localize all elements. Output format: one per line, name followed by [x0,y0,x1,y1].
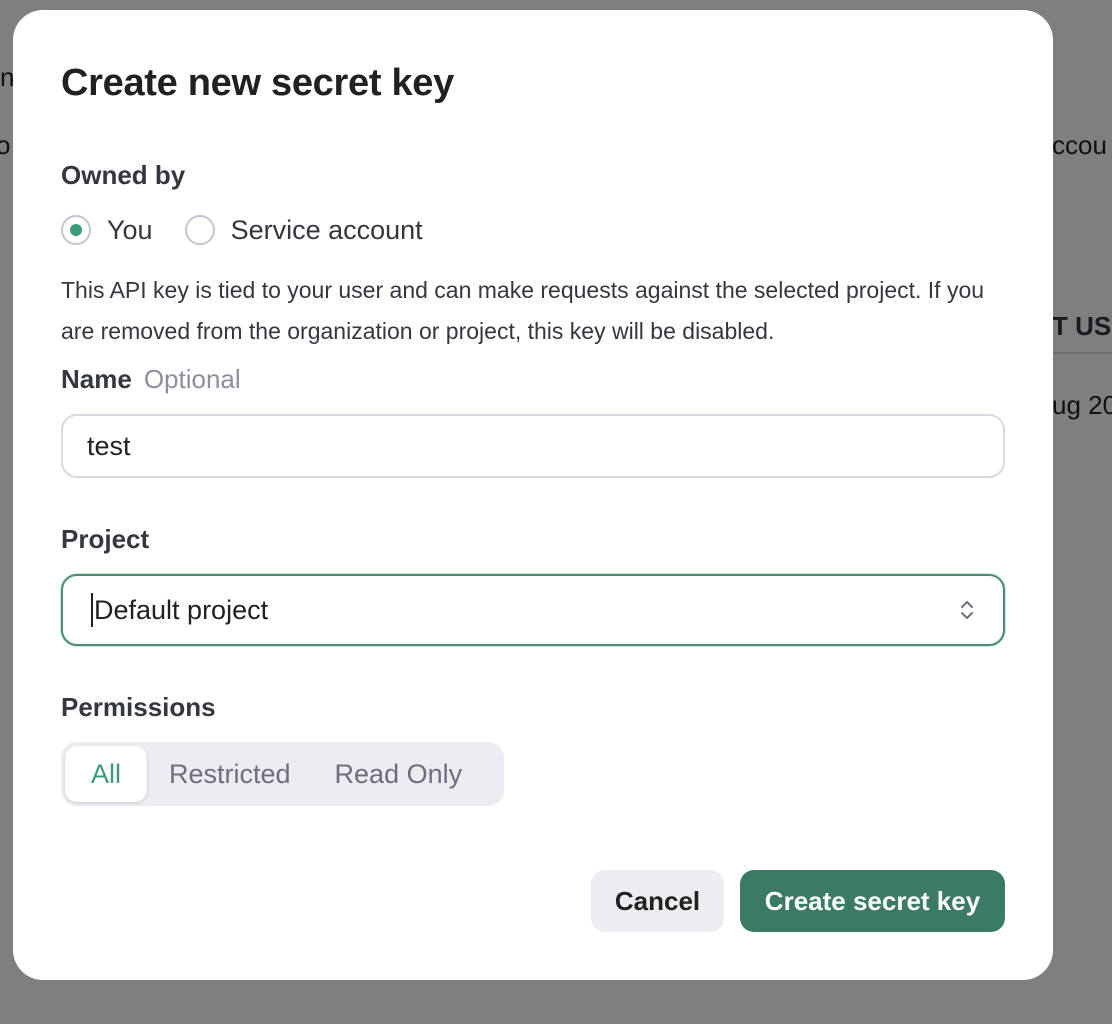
name-input[interactable] [61,414,1005,478]
permissions-segmented-control: All Restricted Read Only [61,742,504,806]
radio-checked-icon[interactable] [61,215,91,245]
name-label-text: Name [61,364,132,394]
project-select[interactable]: Default project [61,574,1005,646]
radio-option-service-account[interactable]: Service account [184,214,423,246]
text-caret [91,593,93,627]
permissions-option-read-only[interactable]: Read Only [313,746,485,802]
owned-by-label: Owned by [61,160,186,190]
radio-dot [70,224,82,236]
permissions-option-restricted[interactable]: Restricted [147,746,313,802]
permissions-label: Permissions [61,692,216,722]
owned-by-description: This API key is tied to your user and ca… [61,277,985,344]
chevron-up-down-icon [961,601,973,619]
project-select-value: Default project [94,594,269,625]
radio-unchecked-icon[interactable] [184,215,215,245]
radio-label-you: You [107,214,153,245]
name-label: Name Optional [61,364,241,395]
create-secret-key-button[interactable]: Create secret key [740,870,1005,932]
permissions-option-all[interactable]: All [65,746,147,802]
create-secret-key-dialog: Create new secret key Owned by You Servi… [13,10,1053,980]
radio-option-you[interactable]: You [61,215,153,246]
project-label: Project [61,524,150,554]
optional-hint: Optional [143,364,241,394]
radio-label-service-account: Service account [230,214,423,245]
owned-by-radio-group: You Service account [61,212,455,248]
cancel-button[interactable]: Cancel [591,870,724,932]
dialog-title: Create new secret key [61,62,454,104]
